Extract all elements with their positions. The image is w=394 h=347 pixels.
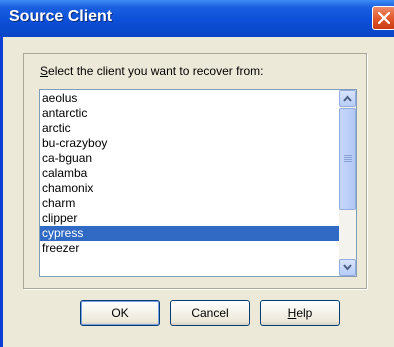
list-scrollbar[interactable] <box>339 90 356 276</box>
cancel-button[interactable]: Cancel <box>170 300 250 326</box>
close-button[interactable] <box>372 6 394 30</box>
chevron-down-icon <box>343 264 352 271</box>
scroll-down-button[interactable] <box>339 259 356 276</box>
thumb-grip <box>344 161 352 162</box>
help-button[interactable]: Help <box>260 300 340 326</box>
dialog-body: Select the client you want to recover fr… <box>3 37 394 347</box>
scroll-thumb[interactable] <box>339 108 356 210</box>
client-prompt-label: Select the client you want to recover fr… <box>40 64 264 78</box>
client-list-items: aeolus antarctic arctic bu-crazyboy ca-bguan… <box>40 91 340 256</box>
client-list-item[interactable]: calamba <box>40 166 340 181</box>
client-listbox[interactable]: aeolus antarctic arctic bu-crazyboy ca-bguan… <box>39 89 357 277</box>
client-list-item[interactable]: ca-bguan <box>40 151 340 166</box>
scroll-up-button[interactable] <box>339 90 356 107</box>
chevron-up-icon <box>343 95 352 102</box>
client-list-item[interactable]: cypress <box>40 226 340 241</box>
client-list-item[interactable]: antarctic <box>40 106 340 121</box>
client-list-item[interactable]: charm <box>40 196 340 211</box>
client-list-item[interactable]: aeolus <box>40 91 340 106</box>
client-list-item[interactable]: chamonix <box>40 181 340 196</box>
thumb-grip <box>344 157 352 158</box>
client-list-item[interactable]: freezer <box>40 241 340 256</box>
title-bar[interactable]: Source Client <box>0 0 394 37</box>
thumb-grip <box>344 159 352 160</box>
client-list-item[interactable]: clipper <box>40 211 340 226</box>
source-client-dialog: Source Client Select the client you want… <box>0 0 394 347</box>
client-list-item[interactable]: bu-crazyboy <box>40 136 340 151</box>
client-list-item[interactable]: arctic <box>40 121 340 136</box>
close-icon <box>378 12 390 24</box>
thumb-grip <box>344 155 352 156</box>
window-title: Source Client <box>9 8 113 25</box>
ok-button[interactable]: OK <box>80 300 160 326</box>
